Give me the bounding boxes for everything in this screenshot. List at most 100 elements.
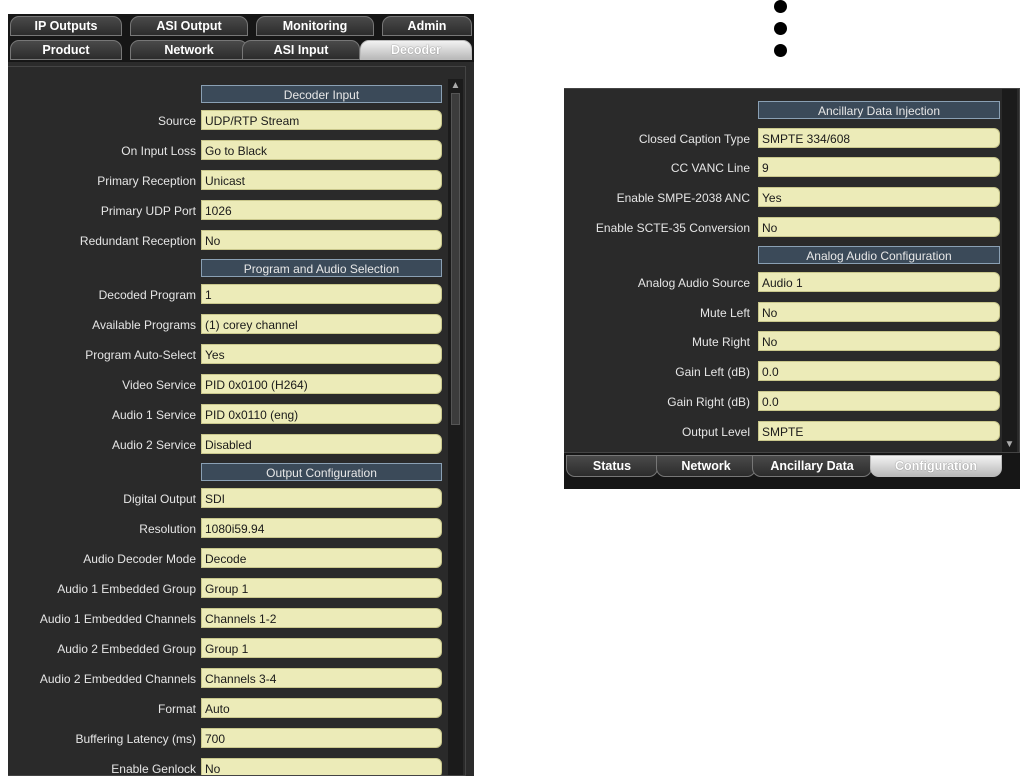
field-row: Resolution 1080i59.94 (8, 518, 445, 548)
field-value[interactable]: Channels 3-4 (201, 668, 442, 688)
field-row: Audio 1 Embedded Group Group 1 (8, 578, 445, 608)
tab-row-bottom: Product Network ASI Input Decoder (8, 38, 474, 62)
tab-asi-output[interactable]: ASI Output (130, 16, 248, 36)
field-row: Gain Left (dB) 0.0 (564, 361, 1002, 391)
field-label: Enable Genlock (111, 762, 196, 776)
field-label: Audio 1 Service (111, 408, 196, 422)
field-row: Digital Output SDI (8, 488, 445, 518)
field-row: Available Programs (1) corey channel (8, 314, 445, 344)
field-value[interactable]: Decode (201, 548, 442, 568)
section-ancillary-data: Ancillary Data Injection (758, 101, 1000, 119)
field-label: Video Service (122, 378, 196, 392)
field-label: Closed Caption Type (638, 132, 750, 146)
field-label: Mute Right (691, 335, 750, 349)
field-label: On Input Loss (121, 144, 196, 158)
field-label: Audio 2 Embedded Channels (39, 672, 196, 686)
field-value[interactable]: Go to Black (201, 140, 442, 160)
field-label: Enable SMPE-2038 ANC (616, 191, 750, 205)
field-label: Audio 1 Embedded Channels (39, 612, 196, 626)
field-value[interactable]: SDI (201, 488, 442, 508)
tab-ip-outputs[interactable]: IP Outputs (10, 16, 122, 36)
field-value[interactable]: Auto (201, 698, 442, 718)
field-value[interactable]: Group 1 (201, 578, 442, 598)
field-value[interactable]: No (758, 302, 1000, 322)
field-label: Gain Right (dB) (667, 395, 750, 409)
field-label: Audio 1 Embedded Group (57, 582, 196, 596)
field-value[interactable]: Audio 1 (758, 272, 1000, 292)
field-value[interactable]: SMPTE 334/608 (758, 128, 1000, 148)
ellipsis-dot-2 (774, 22, 787, 35)
decoder-settings-area: Decoder Input Program and Audio Selectio… (8, 66, 466, 776)
field-label: Mute Left (699, 306, 750, 320)
tab-configuration[interactable]: Configuration (870, 455, 1002, 477)
ellipsis-dot-1 (774, 0, 787, 13)
tab-decoder[interactable]: Decoder (360, 40, 472, 60)
tab-status[interactable]: Status (566, 455, 658, 477)
field-value[interactable]: No (201, 230, 442, 250)
section-analog-audio: Analog Audio Configuration (758, 246, 1000, 264)
tab-row-bottom: Status Network Ancillary Data Configurat… (564, 453, 1020, 481)
field-value[interactable]: PID 0x0100 (H264) (201, 374, 442, 394)
configuration-panel: Ancillary Data Injection Analog Audio Co… (564, 88, 1020, 489)
field-label: CC VANC Line (670, 161, 750, 175)
field-value[interactable]: No (758, 217, 1000, 237)
field-label: Format (157, 702, 196, 716)
field-value[interactable]: Yes (201, 344, 442, 364)
tab-network[interactable]: Network (130, 40, 248, 60)
scroll-down-icon[interactable]: ▼ (1002, 438, 1017, 452)
field-value[interactable]: Yes (758, 187, 1000, 207)
section-decoder-input: Decoder Input (201, 85, 442, 103)
field-row: Audio 1 Service PID 0x0110 (eng) (8, 404, 445, 434)
field-row: Primary UDP Port 1026 (8, 200, 445, 230)
field-value[interactable]: No (201, 758, 442, 775)
field-value[interactable]: Disabled (201, 434, 442, 454)
scrollbar[interactable]: ▼ (1002, 89, 1017, 452)
field-label: Resolution (139, 522, 196, 536)
field-value[interactable]: UDP/RTP Stream (201, 110, 442, 130)
scroll-up-icon[interactable]: ▲ (448, 79, 463, 93)
field-value[interactable]: 1026 (201, 200, 442, 220)
field-row: Audio 1 Embedded Channels Channels 1-2 (8, 608, 445, 638)
field-value[interactable]: 1080i59.94 (201, 518, 442, 538)
field-label: Available Programs (92, 318, 196, 332)
field-row: Audio 2 Embedded Group Group 1 (8, 638, 445, 668)
field-value[interactable]: 9 (758, 157, 1000, 177)
scrollbar-thumb[interactable] (451, 93, 460, 425)
field-value[interactable]: PID 0x0110 (eng) (201, 404, 442, 424)
field-label: Source (157, 114, 196, 128)
field-value[interactable]: No (758, 331, 1000, 351)
field-value[interactable]: 700 (201, 728, 442, 748)
tab-network[interactable]: Network (656, 455, 756, 477)
field-label: Audio 2 Embedded Group (57, 642, 196, 656)
field-value[interactable]: (1) corey channel (201, 314, 442, 334)
field-value[interactable]: Channels 1-2 (201, 608, 442, 628)
field-row: Audio 2 Embedded Channels Channels 3-4 (8, 668, 445, 698)
field-label: Buffering Latency (ms) (75, 732, 197, 746)
field-label: Redundant Reception (79, 234, 196, 248)
configuration-settings-area: Ancillary Data Injection Analog Audio Co… (564, 88, 1020, 453)
field-label: Gain Left (dB) (675, 365, 750, 379)
field-row: Video Service PID 0x0100 (H264) (8, 374, 445, 404)
field-row: Mute Right No (564, 331, 1002, 361)
field-value[interactable]: 0.0 (758, 391, 1000, 411)
field-value[interactable]: Group 1 (201, 638, 442, 658)
field-label: Output Level (681, 425, 750, 439)
field-value[interactable]: SMPTE (758, 421, 1000, 441)
tab-product[interactable]: Product (10, 40, 122, 60)
scrollbar[interactable]: ▲ (448, 79, 463, 775)
ellipsis-dot-3 (774, 44, 787, 57)
field-label: Primary UDP Port (100, 204, 196, 218)
tab-monitoring[interactable]: Monitoring (256, 16, 374, 36)
section-program-audio: Program and Audio Selection (201, 259, 442, 277)
field-row: Audio Decoder Mode Decode (8, 548, 445, 578)
field-value[interactable]: 1 (201, 284, 442, 304)
tab-asi-input[interactable]: ASI Input (242, 40, 360, 60)
field-row: Enable Genlock No (8, 758, 445, 776)
field-row: Program Auto-Select Yes (8, 344, 445, 374)
tab-admin[interactable]: Admin (382, 16, 472, 36)
field-row: Buffering Latency (ms) 700 (8, 728, 445, 758)
field-value[interactable]: 0.0 (758, 361, 1000, 381)
field-label: Primary Reception (97, 174, 196, 188)
tab-ancillary-data[interactable]: Ancillary Data (752, 455, 872, 477)
field-value[interactable]: Unicast (201, 170, 442, 190)
